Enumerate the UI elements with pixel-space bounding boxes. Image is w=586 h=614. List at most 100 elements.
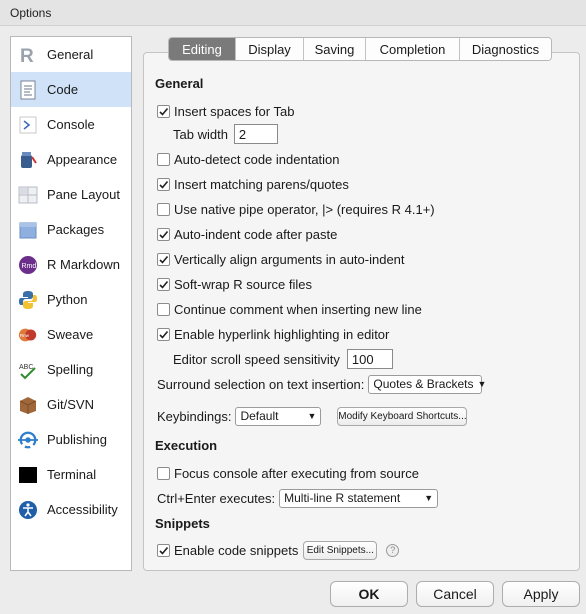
native-pipe-checkbox[interactable] (157, 202, 170, 216)
sidebar-item-label: Git/SVN (47, 397, 94, 412)
sidebar-item-label: Sweave (47, 327, 94, 342)
focus-console-option[interactable]: Focus console after executing from sourc… (157, 463, 419, 483)
matching-parens-option[interactable]: Insert matching parens/quotes (157, 174, 349, 194)
insert-spaces-checkbox[interactable] (157, 104, 170, 118)
sidebar-item-git-svn[interactable]: Git/SVN (11, 387, 131, 422)
surround-selection-value: Quotes & Brackets (373, 377, 474, 391)
sweave-icon: Rnw (18, 325, 38, 345)
publishing-icon (18, 430, 38, 450)
tab-display[interactable]: Display (235, 38, 303, 60)
insert-spaces-option[interactable]: Insert spaces for Tab (157, 101, 294, 121)
sidebar-item-label: Appearance (47, 152, 118, 167)
sidebar-item-label: Accessibility (47, 502, 118, 517)
continue-comment-checkbox[interactable] (157, 302, 170, 316)
surround-selection-option: Surround selection on text insertion: Qu… (157, 374, 486, 394)
soft-wrap-checkbox[interactable] (157, 277, 170, 291)
sidebar-item-sweave[interactable]: Rnw Sweave (11, 317, 131, 352)
window-title: Options (0, 0, 586, 26)
svg-text:Rnw: Rnw (20, 332, 30, 337)
ctrl-enter-select[interactable]: Multi-line R statement ▼ (279, 488, 439, 508)
auto-indent-option[interactable]: Auto-indent code after paste (157, 224, 337, 244)
tab-editing[interactable]: Editing (169, 38, 235, 60)
tab-width-option: Tab width 2 (173, 124, 278, 144)
keybindings-value: Default (240, 409, 279, 423)
native-pipe-option[interactable]: Use native pipe operator, |> (requires R… (157, 199, 435, 219)
hyperlink-option[interactable]: Enable hyperlink highlighting in editor (157, 324, 389, 344)
sidebar-item-terminal[interactable]: Terminal (11, 457, 131, 492)
svg-text:R: R (20, 46, 34, 65)
enable-snippets-checkbox[interactable] (157, 543, 170, 557)
help-icon[interactable]: ? (386, 543, 400, 557)
modify-shortcuts-button[interactable]: Modify Keyboard Shortcuts... (337, 406, 468, 426)
sidebar-item-label: Pane Layout (47, 187, 121, 202)
sidebar-item-console[interactable]: Console (11, 107, 131, 142)
section-heading-snippets: Snippets (155, 516, 210, 531)
auto-detect-option[interactable]: Auto-detect code indentation (157, 149, 340, 169)
svg-text:ABC: ABC (19, 364, 33, 371)
sidebar-item-appearance[interactable]: Appearance (11, 142, 131, 177)
console-prompt-icon (18, 115, 38, 135)
ctrl-enter-value: Multi-line R statement (284, 491, 401, 505)
scroll-speed-option: Editor scroll speed sensitivity 100 (173, 349, 393, 369)
sidebar-item-label: Console (47, 117, 95, 132)
scroll-speed-label: Editor scroll speed sensitivity (173, 351, 340, 367)
chevron-down-icon: ▼ (307, 411, 317, 421)
spelling-check-icon: ABC (18, 360, 38, 380)
chevron-down-icon: ▼ (424, 493, 434, 503)
edit-snippets-button[interactable]: Edit Snippets... (303, 540, 378, 560)
insert-spaces-label: Insert spaces for Tab (174, 103, 295, 119)
sidebar-item-code[interactable]: Code (11, 72, 131, 107)
tab-saving[interactable]: Saving (303, 38, 365, 60)
sidebar-item-accessibility[interactable]: Accessibility (11, 492, 131, 527)
auto-detect-label: Auto-detect code indentation (174, 151, 340, 167)
vertical-align-checkbox[interactable] (157, 252, 170, 266)
sidebar-item-python[interactable]: Python (11, 282, 131, 317)
tab-diagnostics[interactable]: Diagnostics (459, 38, 551, 60)
apply-button[interactable]: Apply (502, 581, 580, 607)
sidebar-item-label: Python (47, 292, 88, 307)
sidebar-item-general[interactable]: R General (11, 37, 131, 72)
pane-layout-icon (18, 185, 38, 205)
sidebar-item-pane-layout[interactable]: Pane Layout (11, 177, 131, 212)
surround-selection-select[interactable]: Quotes & Brackets ▼ (368, 374, 486, 394)
cancel-button[interactable]: Cancel (416, 581, 494, 607)
svg-text:Rmd: Rmd (22, 263, 37, 270)
sidebar-item-label: Packages (47, 222, 105, 237)
rmd-icon: Rmd (18, 255, 38, 275)
surround-selection-label: Surround selection on text insertion: (157, 376, 365, 392)
sidebar-item-label: Spelling (47, 362, 94, 377)
soft-wrap-option[interactable]: Soft-wrap R source files (157, 274, 312, 294)
sidebar-item-spelling[interactable]: ABC Spelling (11, 352, 131, 387)
ctrl-enter-label: Ctrl+Enter executes: (157, 490, 276, 506)
terminal-icon (18, 465, 38, 485)
continue-comment-option[interactable]: Continue comment when inserting new line (157, 299, 422, 319)
sidebar-item-packages[interactable]: Packages (11, 212, 131, 247)
keybindings-option: Keybindings: Default ▼ Modify Keyboard S… (157, 406, 468, 426)
hyperlink-checkbox[interactable] (157, 327, 170, 341)
keybindings-label: Keybindings: (157, 408, 232, 424)
scroll-speed-input[interactable]: 100 (346, 349, 393, 369)
focus-console-checkbox[interactable] (157, 466, 170, 480)
auto-detect-checkbox[interactable] (157, 152, 170, 166)
auto-indent-checkbox[interactable] (157, 227, 170, 241)
keybindings-select[interactable]: Default ▼ (235, 406, 322, 426)
chevron-down-icon: ▼ (477, 379, 487, 389)
enable-snippets-option: Enable code snippets Edit Snippets... ? (157, 540, 400, 560)
tab-width-label: Tab width (173, 126, 228, 142)
sidebar-item-publishing[interactable]: Publishing (11, 422, 131, 457)
tab-width-input[interactable]: 2 (233, 124, 278, 144)
vertical-align-option[interactable]: Vertically align arguments in auto-inden… (157, 249, 405, 269)
enable-snippets-label: Enable code snippets (174, 542, 299, 558)
hyperlink-label: Enable hyperlink highlighting in editor (174, 326, 390, 342)
matching-parens-label: Insert matching parens/quotes (174, 176, 349, 192)
ok-button[interactable]: OK (330, 581, 408, 607)
sidebar-item-r-markdown[interactable]: Rmd R Markdown (11, 247, 131, 282)
options-sidebar: R General Code Console Appearance Pane L… (10, 36, 132, 571)
tab-completion[interactable]: Completion (365, 38, 459, 60)
section-heading-general: General (155, 76, 204, 91)
matching-parens-checkbox[interactable] (157, 177, 170, 191)
options-tab-bar: Editing Display Saving Completion Diagno… (168, 37, 552, 61)
vertical-align-label: Vertically align arguments in auto-inden… (174, 251, 405, 267)
sidebar-item-label: R Markdown (47, 257, 120, 272)
soft-wrap-label: Soft-wrap R source files (174, 276, 312, 292)
